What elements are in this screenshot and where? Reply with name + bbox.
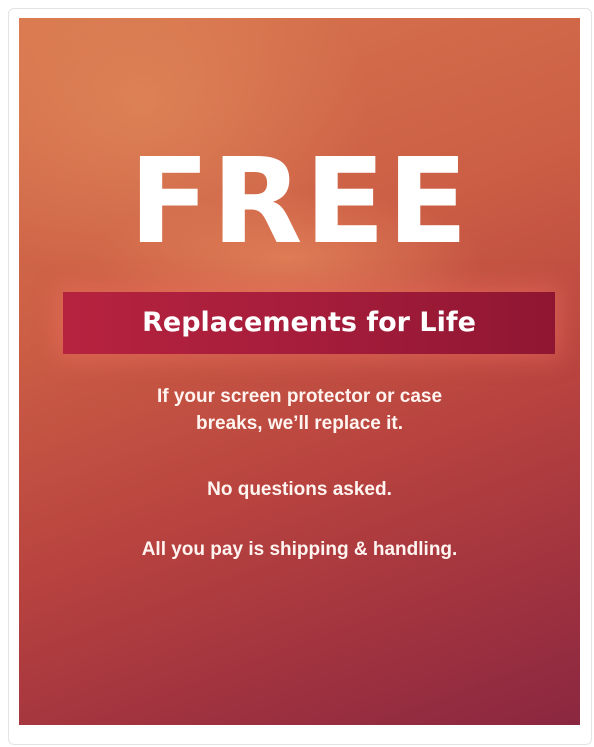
body-text-line-1: If your screen protector or case [156, 386, 443, 407]
ribbon-text: Replacements for Life [142, 307, 476, 338]
body-text-line-4: All you pay is shipping & handling. [141, 539, 458, 560]
body-text-line-2: breaks, we’ll replace it. [196, 413, 403, 434]
body-text-line-3: No questions asked. [207, 479, 392, 500]
headline-free: FREE [129, 132, 470, 270]
ribbon-banner: Replacements for Life [63, 292, 555, 354]
promo-banner-image: FREE Replacements for Life If your scree… [19, 18, 580, 725]
